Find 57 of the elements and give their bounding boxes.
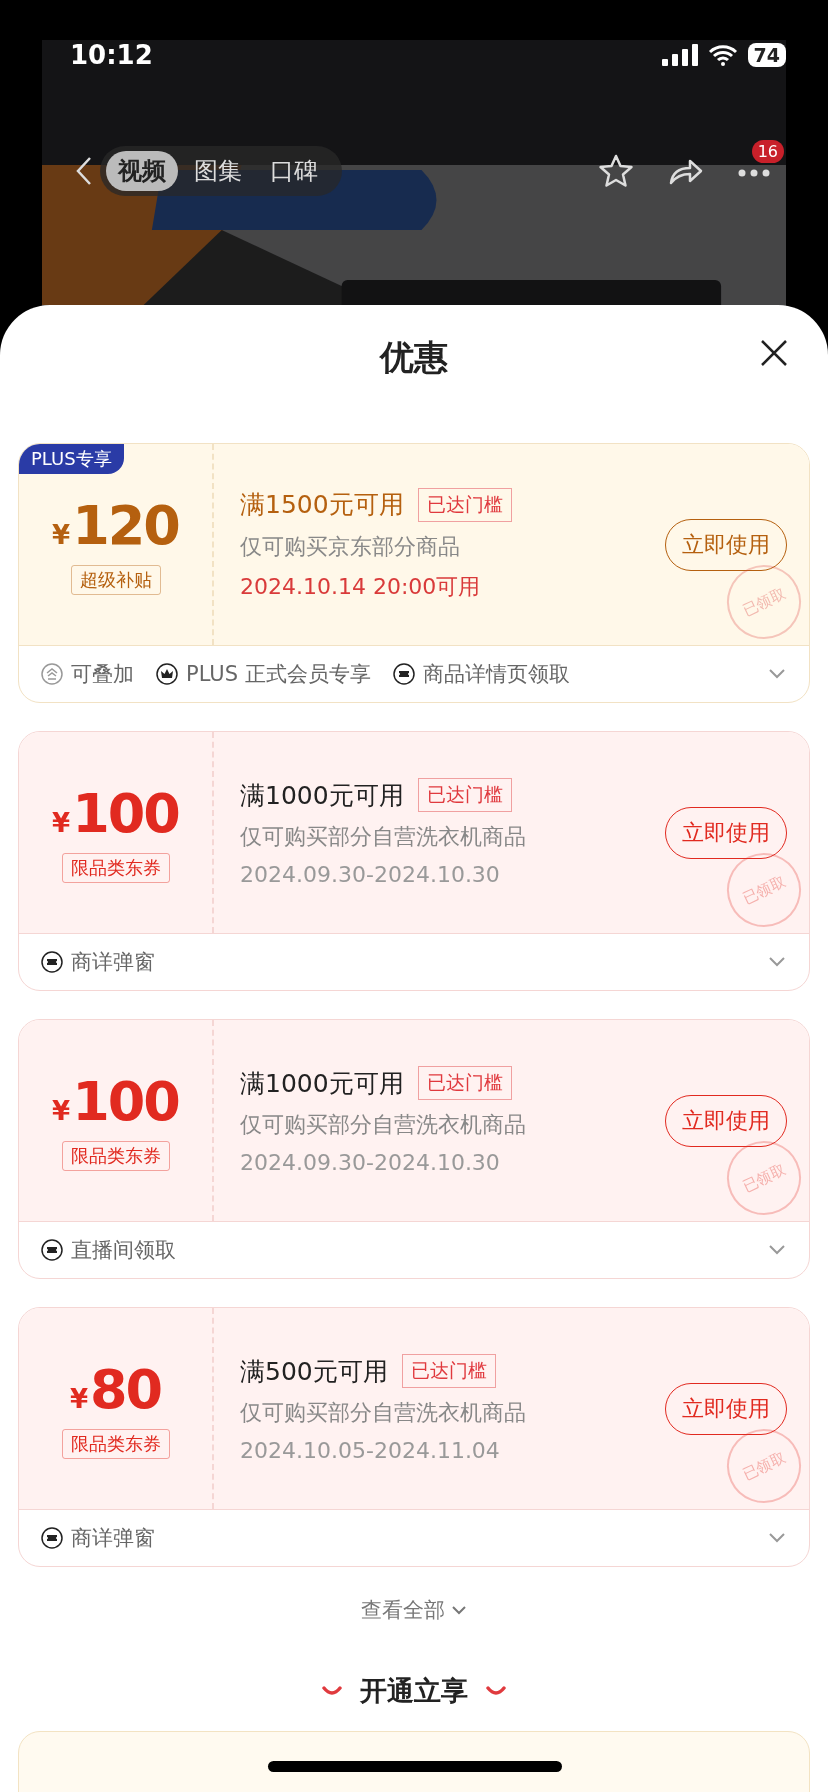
star-icon[interactable]: [598, 154, 634, 188]
coupon-description: 仅可购买部分自营洗衣机商品: [240, 1111, 527, 1139]
chevron-down-icon[interactable]: [767, 668, 787, 680]
crown-icon: [156, 663, 178, 685]
coupon-date: 2024.10.14 20:00可用: [240, 572, 482, 601]
coupon-tag: 限品类东券: [61, 1141, 170, 1171]
nav-tab[interactable]: 口碑: [258, 151, 330, 191]
coupon-amount: ¥120: [52, 494, 179, 557]
battery-level: 74: [747, 43, 786, 67]
coupon-date: 2024.10.05-2024.11.04: [240, 1438, 501, 1463]
chevron-down-icon[interactable]: [767, 1244, 787, 1256]
stack-icon: [41, 663, 63, 685]
coupon-title: 满500元可用: [240, 1355, 388, 1388]
coupon-tag: 限品类东券: [61, 853, 170, 883]
coupon-amount: ¥100: [52, 782, 179, 845]
wifi-icon: [707, 44, 738, 66]
feature-label: PLUS 正式会员专享: [186, 661, 371, 688]
threshold-tag: 已达门槛: [417, 1066, 512, 1100]
more-icon[interactable]: [738, 168, 770, 177]
feature-label: 商详弹窗: [71, 949, 155, 976]
feature-label: 商品详情页领取: [422, 661, 570, 688]
nav-tab[interactable]: 视频: [106, 151, 178, 191]
coupon-amount: ¥100: [52, 1070, 179, 1133]
coupon-description: 仅可购买部分自营洗衣机商品: [240, 823, 527, 851]
chevron-down-icon[interactable]: [767, 956, 787, 968]
feature-label: 直播间领取: [71, 1237, 176, 1264]
section-title: 开通立享: [360, 1674, 468, 1708]
chevron-down-icon[interactable]: [767, 1532, 787, 1544]
coupon-description: 仅可购买部分自营洗衣机商品: [240, 1399, 527, 1427]
smile-icon: [486, 1686, 506, 1696]
ticket-icon: [41, 1527, 63, 1549]
threshold-tag: 已达门槛: [417, 778, 512, 812]
feature-label: 商详弹窗: [71, 1525, 155, 1552]
ticket-icon: [392, 663, 415, 685]
coupon-title: 满1000元可用: [240, 1067, 404, 1100]
smile-icon: [322, 1686, 342, 1696]
plus-badge: PLUS专享: [19, 444, 124, 474]
sheet-title: 优惠: [380, 336, 448, 379]
threshold-tag: 已达门槛: [401, 1354, 496, 1388]
chevron-down-icon: [451, 1605, 467, 1615]
coupon-tag: 超级补贴: [70, 565, 161, 595]
coupon-date: 2024.09.30-2024.10.30: [240, 1150, 501, 1175]
coupon-date: 2024.09.30-2024.10.30: [240, 862, 501, 887]
view-all-link[interactable]: 查看全部: [355, 1595, 473, 1625]
coupon-title: 满1000元可用: [240, 779, 404, 812]
coupon-title: 满1500元可用: [240, 489, 404, 521]
ticket-icon: [41, 1239, 63, 1261]
signal-icon: [661, 44, 698, 66]
ticket-icon: [41, 951, 63, 973]
back-icon[interactable]: [76, 156, 92, 186]
coupon-tag: 限品类东券: [61, 1429, 170, 1459]
nav-tab[interactable]: 图集: [182, 151, 254, 191]
coupon-description: 仅可购买京东部分商品: [240, 532, 461, 561]
feature-label: 可叠加: [71, 661, 134, 688]
threshold-tag: 已达门槛: [417, 487, 512, 522]
status-time: 10:12: [70, 40, 153, 70]
coupon-amount: ¥80: [69, 1358, 162, 1421]
